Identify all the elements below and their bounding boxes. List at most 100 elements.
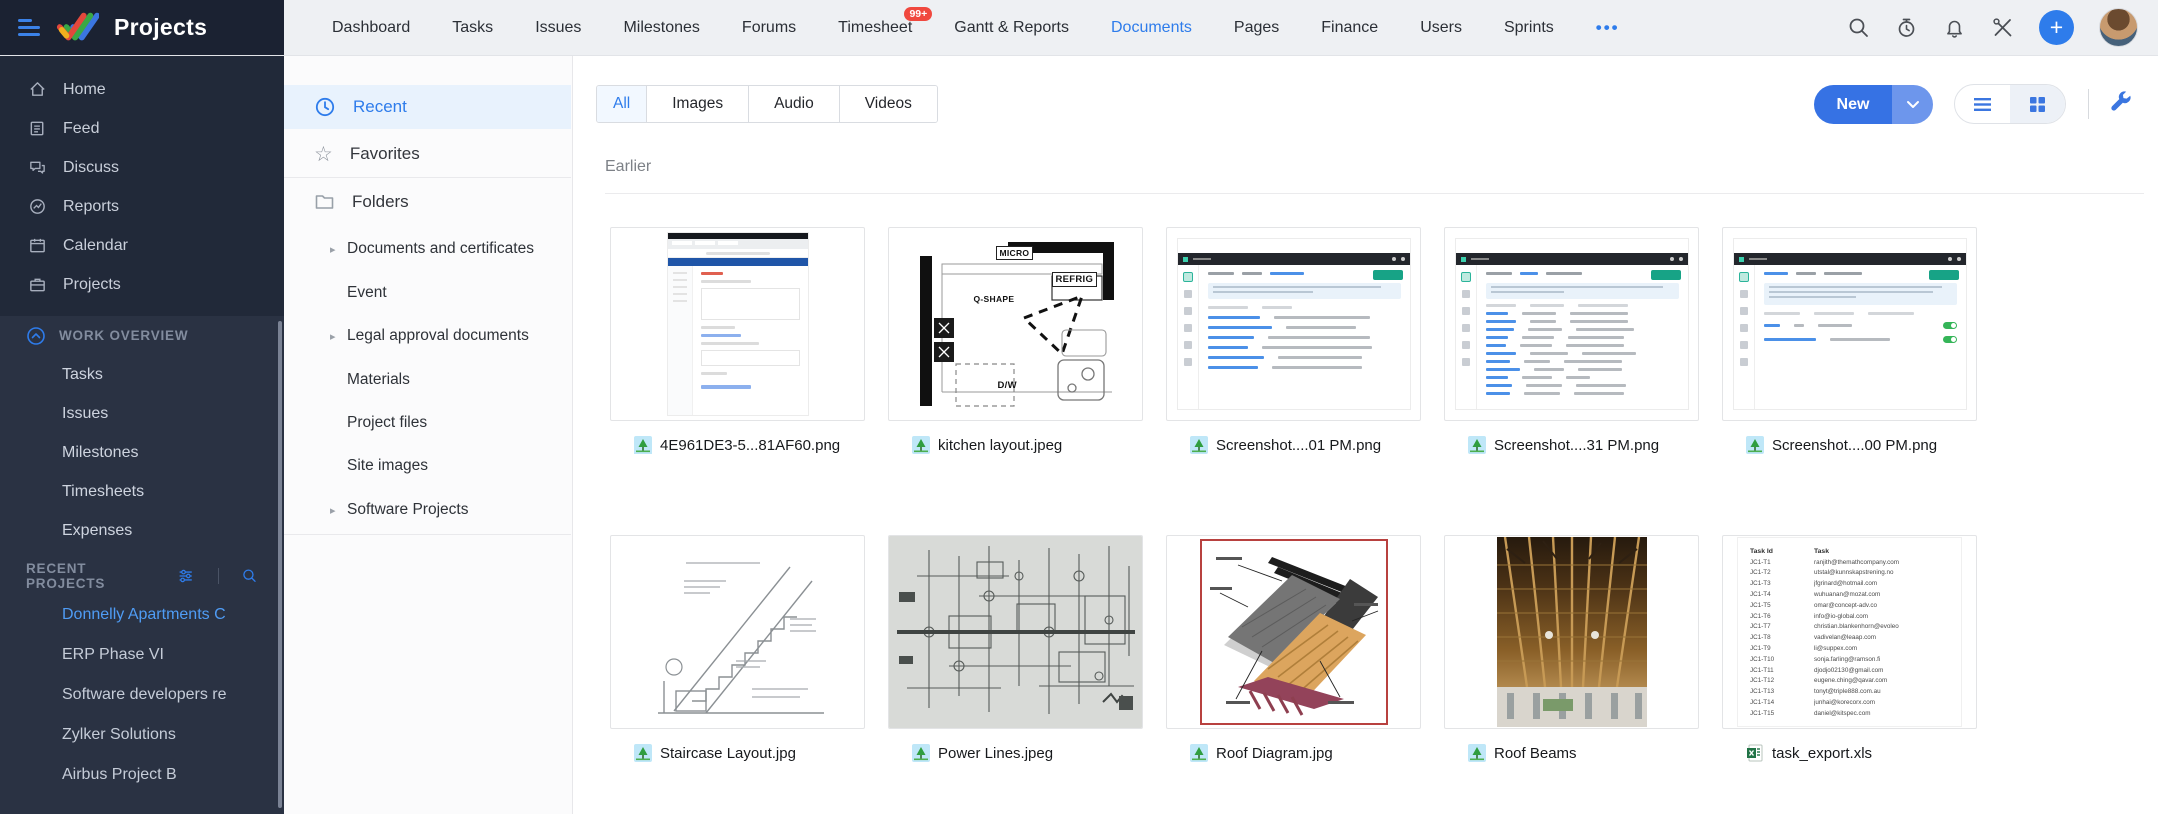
project-item-zylker-solutions[interactable]: Zylker Solutions [0,715,284,755]
add-new-button[interactable]: + [2039,10,2074,45]
nav-item-timesheet[interactable]: Timesheet99+ [838,19,912,37]
file-name[interactable]: Staircase Layout.jpg [660,745,796,762]
grid-view-button[interactable] [2010,85,2065,123]
sidebar-item-issues[interactable]: Issues [0,394,284,433]
thumbnail-screenshot-00pm[interactable] [1722,227,1977,421]
nav-item-documents[interactable]: Documents [1111,19,1192,37]
file-name[interactable]: Roof Diagram.jpg [1216,745,1333,762]
thumbnail-screenshot-31pm[interactable] [1444,227,1699,421]
tab-audio[interactable]: Audio [748,86,839,122]
user-avatar[interactable] [2099,8,2138,47]
file-card[interactable]: Roof Diagram.jpg [1166,535,1421,764]
file-label[interactable]: 4E961DE3-5...81AF60.png [610,434,865,456]
file-card[interactable]: Staircase Layout.jpg [610,535,865,764]
file-label[interactable]: Screenshot....01 PM.png [1166,434,1421,456]
sidebar-item-reports[interactable]: Reports [0,187,284,226]
project-item-donnelly-apartments[interactable]: Donnelly Apartments C [0,595,284,635]
file-label[interactable]: Screenshot....31 PM.png [1444,434,1699,456]
file-card[interactable]: Screenshot....00 PM.png [1722,227,1977,456]
project-item-software-developers[interactable]: Software developers re [0,675,284,715]
thumbnail-staircase-layout[interactable] [610,535,865,729]
file-name[interactable]: Power Lines.jpeg [938,745,1053,762]
sidebar-item-tasks[interactable]: Tasks [0,355,284,394]
file-name[interactable]: 4E961DE3-5...81AF60.png [660,437,840,454]
work-overview-header[interactable]: WORK OVERVIEW [0,316,284,355]
thumbnail-kitchen-layout[interactable]: MICRO REFRIG Q-SHAPE D/W [888,227,1143,421]
thumbnail-power-lines[interactable] [888,535,1143,729]
timer-icon[interactable] [1895,16,1918,39]
search-icon[interactable] [1847,16,1870,39]
sidebar-item-milestones[interactable]: Milestones [0,433,284,472]
panel-item-favorites[interactable]: ☆ Favorites [284,132,571,176]
nav-item-forums[interactable]: Forums [742,19,796,37]
sidebar-item-projects[interactable]: Projects [0,265,284,304]
tools-icon[interactable] [1991,16,2014,39]
folder-item-materials[interactable]: Materials [284,359,571,401]
project-search-icon[interactable] [241,566,258,585]
thumbnail-roof-diagram[interactable] [1166,535,1421,729]
file-label[interactable]: Screenshot....00 PM.png [1722,434,1977,456]
nav-item-milestones[interactable]: Milestones [623,19,699,37]
file-name[interactable]: Screenshot....01 PM.png [1216,437,1381,454]
nav-item-pages[interactable]: Pages [1234,19,1279,37]
folder-item-software-projects[interactable]: ▸ Software Projects [284,489,571,531]
thumbnail-4e961de3[interactable] [610,227,865,421]
settings-wrench-icon[interactable] [2107,88,2133,114]
file-label[interactable]: task_export.xls [1722,742,1977,764]
folder-item-project-files[interactable]: Project files [284,402,571,444]
project-item-airbus-project-b[interactable]: Airbus Project B [0,755,284,795]
file-name[interactable]: Screenshot....00 PM.png [1772,437,1937,454]
file-label[interactable]: Power Lines.jpeg [888,742,1143,764]
file-label[interactable]: Roof Beams [1444,742,1699,764]
file-card[interactable]: 4E961DE3-5...81AF60.png [610,227,865,456]
folder-item-event[interactable]: Event [284,272,571,314]
list-view-button[interactable] [1955,85,2010,123]
nav-item-issues[interactable]: Issues [535,19,581,37]
hamburger-menu-icon[interactable] [18,19,40,36]
project-item-erp-phase-vi[interactable]: ERP Phase VI [0,635,284,675]
thumbnail-screenshot-01pm[interactable] [1166,227,1421,421]
panel-item-folders[interactable]: Folders [284,179,571,224]
sidebar-item-feed[interactable]: Feed [0,109,284,148]
sidebar-item-timesheets[interactable]: Timesheets [0,472,284,511]
panel-item-recent[interactable]: Recent [284,85,571,129]
sidebar-item-calendar[interactable]: Calendar [0,226,284,265]
nav-item-finance[interactable]: Finance [1321,19,1378,37]
sidebar-item-discuss[interactable]: Discuss [0,148,284,187]
thumbnail-roof-beams[interactable] [1444,535,1699,729]
nav-more-icon[interactable]: ••• [1596,18,1620,38]
file-name[interactable]: Roof Beams [1494,745,1577,762]
filter-sliders-icon[interactable] [177,566,194,586]
sidebar-scrollbar[interactable] [278,321,282,808]
nav-item-dashboard[interactable]: Dashboard [332,19,410,37]
tab-images[interactable]: Images [646,86,748,122]
file-card[interactable]: Task IdTask JC1-T1ranjith@themathcompany… [1722,535,1977,764]
file-name[interactable]: kitchen layout.jpeg [938,437,1062,454]
file-label[interactable]: Staircase Layout.jpg [610,742,865,764]
nav-item-users[interactable]: Users [1420,19,1462,37]
file-card[interactable]: MICRO REFRIG Q-SHAPE D/W kitchen layout.… [888,227,1143,456]
file-name[interactable]: Screenshot....31 PM.png [1494,437,1659,454]
folder-item-legal-approval-documents[interactable]: ▸ Legal approval documents [284,315,571,357]
tab-videos[interactable]: Videos [839,86,937,122]
tab-all[interactable]: All [597,86,646,122]
file-card[interactable]: Power Lines.jpeg [888,535,1143,764]
folder-item-site-images[interactable]: Site images [284,445,571,487]
file-card[interactable]: Screenshot....31 PM.png [1444,227,1699,456]
nav-item-sprints[interactable]: Sprints [1504,19,1554,37]
thumbnail-task-export[interactable]: Task IdTask JC1-T1ranjith@themathcompany… [1722,535,1977,729]
expand-arrow-icon[interactable]: ▸ [330,504,336,517]
notifications-bell-icon[interactable] [1943,16,1966,39]
expand-arrow-icon[interactable]: ▸ [330,330,336,343]
file-label[interactable]: Roof Diagram.jpg [1166,742,1421,764]
folder-item-documents-and-certificates[interactable]: ▸ Documents and certificates [284,228,571,270]
sidebar-item-home[interactable]: Home [0,70,284,109]
new-button[interactable]: New [1814,85,1892,124]
expand-arrow-icon[interactable]: ▸ [330,243,336,256]
nav-item-tasks[interactable]: Tasks [452,19,493,37]
file-label[interactable]: kitchen layout.jpeg [888,434,1143,456]
new-dropdown-button[interactable] [1892,85,1933,124]
sidebar-item-expenses[interactable]: Expenses [0,511,284,550]
file-name[interactable]: task_export.xls [1772,745,1872,762]
file-card[interactable]: Screenshot....01 PM.png [1166,227,1421,456]
